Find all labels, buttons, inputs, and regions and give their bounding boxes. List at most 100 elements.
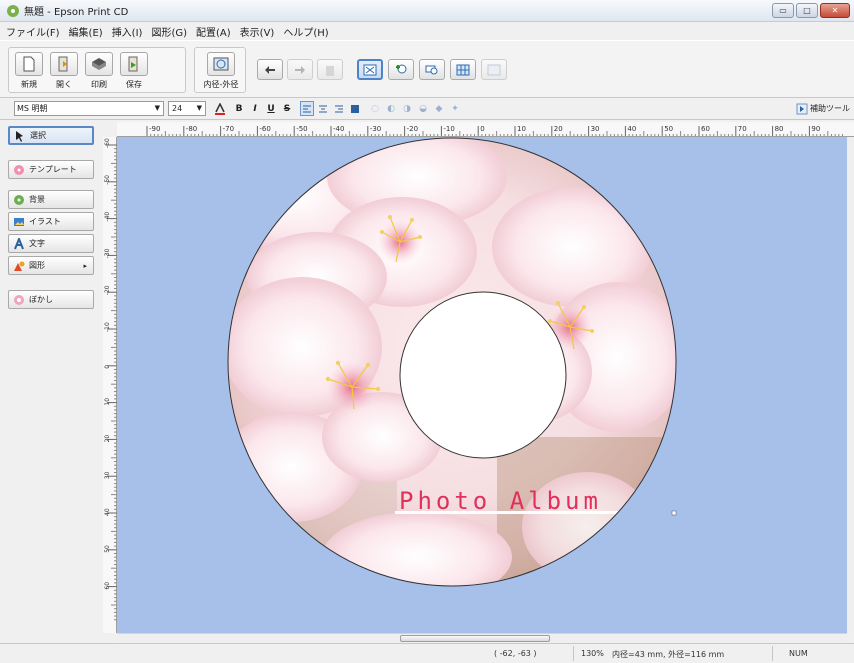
horizontal-scroll-thumb[interactable] bbox=[400, 635, 550, 642]
ruler-label: -60 bbox=[104, 138, 111, 148]
font-size-value: 24 bbox=[172, 104, 183, 113]
grid-button[interactable] bbox=[450, 59, 476, 80]
ruler-label: 0 bbox=[104, 365, 111, 369]
text-resize-handle[interactable] bbox=[671, 510, 677, 516]
menu-file[interactable]: ファイル(F) bbox=[6, 24, 60, 39]
ruler-label: -50 bbox=[296, 125, 307, 133]
zoom-in-button[interactable] bbox=[388, 59, 414, 80]
flip-vertical-button[interactable]: ✦ bbox=[448, 101, 462, 116]
blur-icon bbox=[14, 294, 24, 305]
horizontal-scrollbar[interactable] bbox=[117, 633, 847, 643]
design-canvas[interactable]: Photo Album bbox=[117, 137, 847, 633]
disc-diameter: 内径=43 mm, 外径=116 mm bbox=[612, 650, 725, 659]
print-button-label: 印刷 bbox=[91, 80, 107, 89]
sidebar-item-label: 文字 bbox=[29, 239, 45, 248]
text-color-button[interactable] bbox=[213, 101, 227, 116]
sidebar-item-label: 図形 bbox=[29, 261, 45, 270]
sidebar-item-label: 背景 bbox=[29, 195, 45, 204]
justify-button[interactable] bbox=[348, 101, 362, 116]
bold-button[interactable]: B bbox=[232, 101, 246, 116]
ruler-label: -90 bbox=[149, 125, 160, 133]
open-icon bbox=[58, 56, 68, 72]
italic-button[interactable]: I bbox=[248, 101, 262, 116]
chevron-right-icon: ▸ bbox=[83, 261, 87, 270]
image-properties-button[interactable] bbox=[481, 59, 507, 80]
menu-view[interactable]: 表示(V) bbox=[240, 24, 275, 39]
arc-text-button[interactable]: ◌ bbox=[368, 101, 382, 116]
text-effect-button[interactable]: ◐ bbox=[384, 101, 398, 116]
new-button[interactable]: 新規 bbox=[11, 48, 47, 90]
ruler-label: -50 bbox=[104, 175, 111, 185]
save-button[interactable]: 保存 bbox=[116, 48, 152, 90]
chevron-down-icon: ▼ bbox=[196, 104, 202, 112]
ruler-label: 20 bbox=[554, 125, 563, 133]
font-size-select[interactable]: 24 ▼ bbox=[168, 101, 206, 116]
fit-page-button[interactable] bbox=[357, 59, 383, 80]
menu-edit[interactable]: 編集(E) bbox=[69, 24, 103, 39]
align-left-icon bbox=[303, 105, 311, 112]
delete-button[interactable] bbox=[317, 59, 343, 80]
disc-title-text[interactable]: Photo Album bbox=[399, 487, 602, 515]
rotate-left-icon bbox=[265, 65, 275, 74]
print-button[interactable]: 印刷 bbox=[81, 48, 117, 90]
ruler-label: -80 bbox=[186, 125, 197, 133]
sidebar-item-shape[interactable]: 図形 ▸ bbox=[8, 256, 94, 275]
vertical-scrollbar[interactable] bbox=[847, 137, 854, 633]
ruler-label: 10 bbox=[104, 398, 111, 406]
grid-icon bbox=[456, 64, 470, 75]
shape-icon bbox=[14, 261, 25, 271]
ruler-label: 40 bbox=[627, 125, 636, 133]
zoom-out-button[interactable] bbox=[419, 59, 445, 80]
sidebar-item-label: 選択 bbox=[30, 131, 46, 140]
horizontal-ruler: -90 -80 -70 -60 -50 -40 -30 -20 -10 0 10 20 30 40 50 60… bbox=[117, 122, 854, 137]
maximize-button[interactable]: □ bbox=[796, 3, 818, 18]
flip-horizontal-button[interactable]: ◆ bbox=[432, 101, 446, 116]
align-center-button[interactable] bbox=[316, 101, 330, 116]
minimize-button[interactable]: ▭ bbox=[772, 3, 794, 18]
text-shadow-button[interactable]: ◑ bbox=[400, 101, 414, 116]
align-left-button[interactable] bbox=[300, 101, 314, 116]
sidebar-item-template[interactable]: テンプレート bbox=[8, 160, 94, 179]
inner-outer-diameter-button[interactable]: 内径-外径 bbox=[203, 48, 239, 90]
diameter-icon bbox=[213, 57, 229, 71]
font-select[interactable]: MS 明朝 ▼ bbox=[14, 101, 164, 116]
close-button[interactable]: ✕ bbox=[820, 3, 850, 18]
save-icon bbox=[128, 56, 138, 72]
rotate-left-button[interactable] bbox=[257, 59, 283, 80]
text-outline-button[interactable]: ◒ bbox=[416, 101, 430, 116]
sidebar-item-text[interactable]: 文字 bbox=[8, 234, 94, 253]
open-button[interactable]: 開く bbox=[46, 48, 82, 90]
sidebar-item-blur[interactable]: ぼかし bbox=[8, 290, 94, 309]
align-center-icon bbox=[319, 105, 327, 112]
menu-shape[interactable]: 図形(G) bbox=[151, 24, 187, 39]
sidebar-item-illustration[interactable]: イラスト bbox=[8, 212, 94, 231]
ruler-label: -10 bbox=[104, 322, 111, 332]
ruler-label: -10 bbox=[443, 125, 454, 133]
menu-arrange[interactable]: 配置(A) bbox=[196, 24, 231, 39]
vertical-ruler-ticks: -60 -50 -40 -30 -20 -10 0 10 20 30 40 50 60 bbox=[104, 138, 117, 621]
ruler-label: -40 bbox=[104, 212, 111, 222]
new-button-label: 新規 bbox=[21, 80, 37, 89]
num-lock-indicator: NUM bbox=[789, 649, 808, 658]
align-right-button[interactable] bbox=[332, 101, 346, 116]
aux-tool-button[interactable]: 補助ツール bbox=[796, 101, 850, 116]
vertical-ruler: -60 -50 -40 -30 -20 -10 0 10 20 30 40 50 60 bbox=[103, 137, 117, 633]
strikethrough-button[interactable]: S bbox=[280, 101, 294, 116]
background-icon bbox=[14, 194, 24, 205]
aux-tool-label: 補助ツール bbox=[810, 104, 850, 113]
aux-tool-icon bbox=[796, 103, 808, 114]
sidebar-item-background[interactable]: 背景 bbox=[8, 190, 94, 209]
menu-insert[interactable]: 挿入(I) bbox=[112, 24, 143, 39]
sidebar-item-label: テンプレート bbox=[29, 165, 77, 174]
ruler-label: 20 bbox=[104, 435, 111, 443]
ruler-label: 0 bbox=[480, 125, 484, 133]
menu-help[interactable]: ヘルプ(H) bbox=[283, 24, 328, 39]
ruler-corner bbox=[103, 122, 117, 137]
delete-icon bbox=[326, 65, 334, 76]
ruler-label: 50 bbox=[104, 545, 111, 553]
underline-button[interactable]: U bbox=[264, 101, 278, 116]
redo-button[interactable] bbox=[287, 59, 313, 80]
save-button-label: 保存 bbox=[126, 80, 142, 89]
ruler-label: 90 bbox=[811, 125, 820, 133]
sidebar-item-select[interactable]: 選択 bbox=[8, 126, 94, 145]
